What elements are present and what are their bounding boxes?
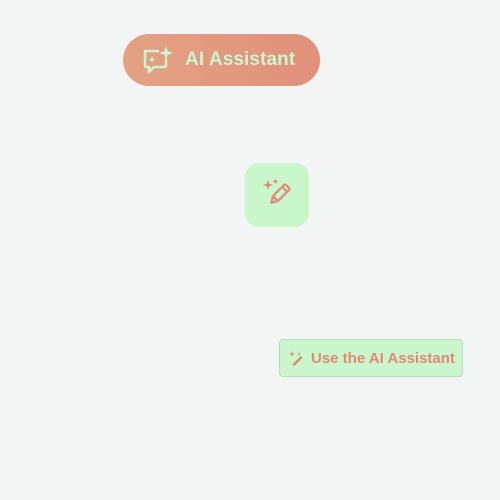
magic-edit-button[interactable] [245,163,309,227]
chat-sparkle-icon [141,44,177,76]
use-ai-assistant-button[interactable]: Use the AI Assistant [279,339,463,377]
use-ai-assistant-label: Use the AI Assistant [311,349,455,367]
magic-wand-icon [288,350,304,366]
ai-assistant-label: AI Assistant [185,49,296,70]
ai-assistant-pill-button[interactable]: AI Assistant [123,34,320,86]
magic-pencil-icon [259,175,295,216]
